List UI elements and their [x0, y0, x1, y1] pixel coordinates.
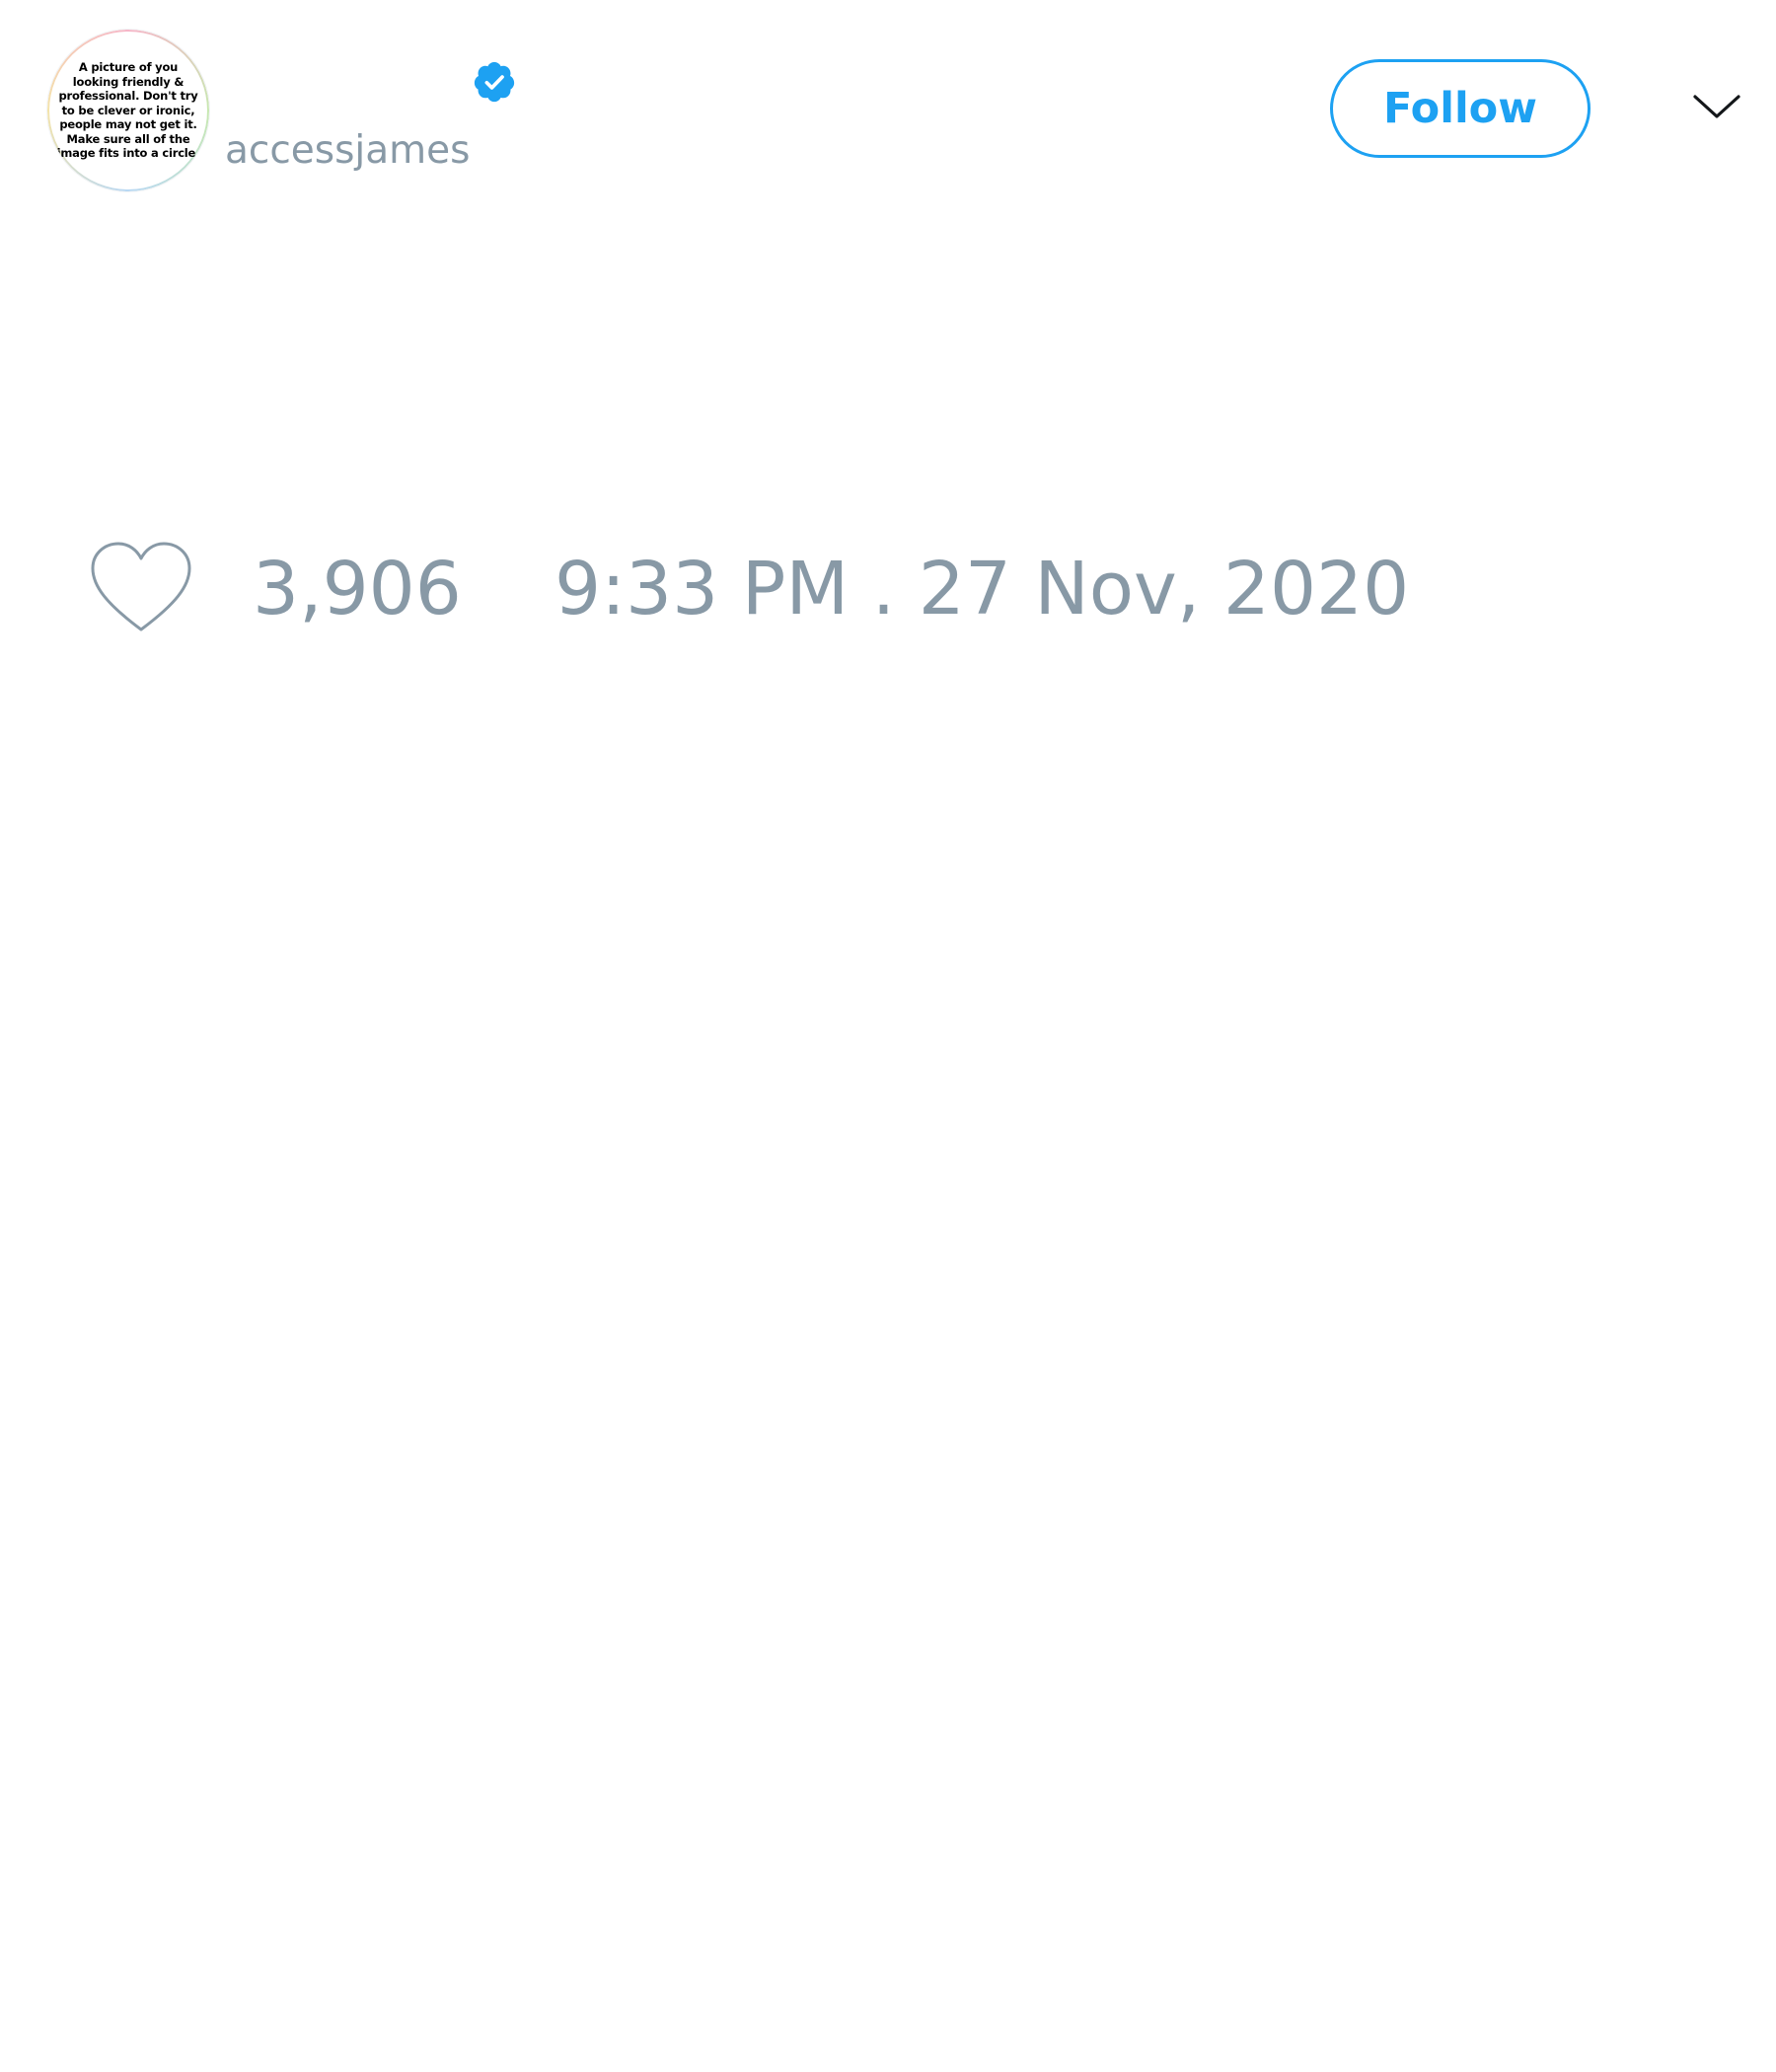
avatar-placeholder-text: A picture of you looking friendly & prof…	[56, 60, 200, 161]
chevron-down-icon[interactable]	[1691, 87, 1742, 126]
avatar[interactable]: A picture of you looking friendly & prof…	[47, 30, 209, 191]
like-count: 3,906	[253, 547, 462, 631]
tweet-timestamp[interactable]: 9:33 PM . 27 Nov, 2020	[555, 545, 1409, 633]
author-handle[interactable]: accessjames	[225, 126, 470, 176]
heart-icon[interactable]	[89, 541, 193, 635]
follow-button[interactable]: Follow	[1330, 59, 1591, 158]
tweet-embed-card: A picture of you looking friendly & prof…	[0, 0, 1776, 2072]
verified-badge-icon	[474, 61, 515, 103]
